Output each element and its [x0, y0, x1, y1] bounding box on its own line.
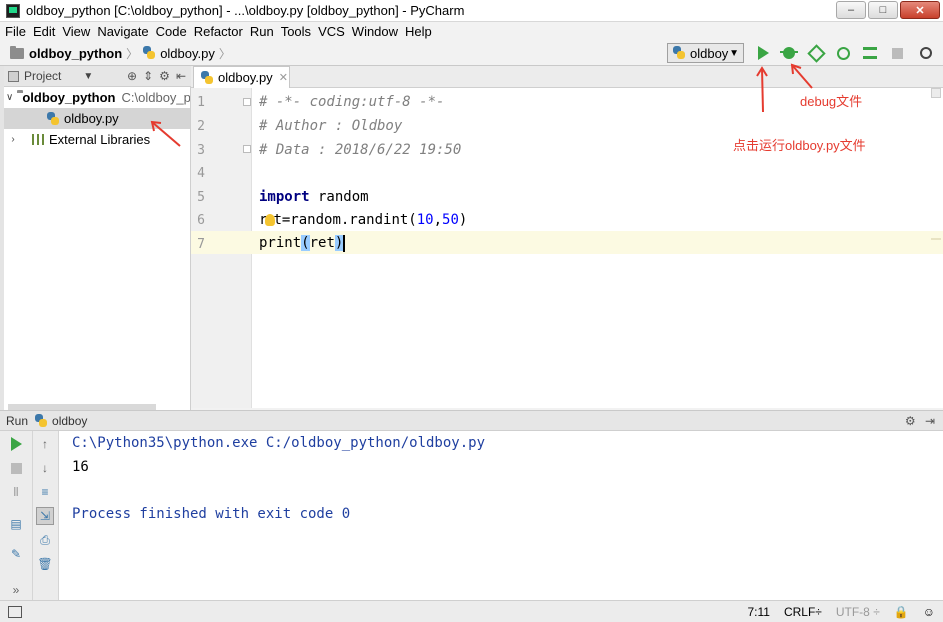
file-encoding[interactable]: UTF-8 ÷ [836, 605, 880, 619]
double-chevron-icon: » [12, 583, 20, 597]
trash-icon: 🗑 [37, 557, 53, 571]
stop-button[interactable] [7, 459, 25, 477]
annotation-debug: debug文件 [800, 94, 863, 109]
line-separator[interactable]: CRLF÷ [784, 605, 822, 619]
pause-icon: ‖ [13, 485, 19, 499]
run-panel-header: Run oldboy ⚙ ⇥ [0, 410, 943, 431]
clear-button[interactable]: 🗑 [36, 555, 54, 573]
wrap-icon: ≡ [41, 485, 49, 499]
console-output: 16 [72, 459, 89, 475]
inspector-icon[interactable]: ☺ [923, 605, 935, 619]
pin-icon: ✎ [10, 547, 22, 561]
status-bar: 7:11 CRLF÷ UTF-8 ÷ 🔒 ☺ [0, 600, 943, 622]
expand-button[interactable]: » [7, 581, 25, 599]
tool-windows-icon[interactable] [8, 605, 22, 618]
run-panel-title: Run [6, 413, 29, 428]
layout-icon: ▤ [10, 517, 22, 531]
print-button[interactable]: ⎙ [36, 531, 54, 549]
down-button[interactable]: ↓ [36, 459, 54, 477]
run-toolbar-secondary: ↑ ↓ ≡ ⇲ ⎙ 🗑 [33, 431, 59, 600]
gear-icon[interactable]: ⚙ [905, 414, 916, 428]
run-panel-tools: ⚙ ⇥ [905, 414, 935, 428]
hide-icon[interactable]: ⇥ [925, 414, 935, 428]
stop-icon [10, 462, 22, 474]
annotation-arrow-debug [791, 64, 813, 89]
run-console[interactable]: C:\Python35\python.exe C:/oldboy_python/… [59, 431, 943, 600]
lock-icon[interactable]: 🔒 [894, 605, 909, 619]
console-exit-message: Process finished with exit code 0 [72, 506, 351, 522]
up-button[interactable]: ↑ [36, 435, 54, 453]
soft-wrap-button[interactable]: ≡ [36, 483, 54, 501]
rerun-button[interactable] [7, 435, 25, 453]
arrow-down-icon: ↓ [42, 461, 48, 475]
annotation-arrow-tree [151, 121, 181, 147]
arrow-up-icon: ↑ [42, 437, 48, 451]
print-icon: ⎙ [40, 532, 50, 547]
caret-position[interactable]: 7:11 [747, 605, 769, 619]
python-file-icon [34, 413, 48, 428]
layout-button[interactable]: ▤ [7, 515, 25, 533]
run-toolbar-primary: ‖ ▤ ✎ » [0, 431, 33, 600]
scroll-end-icon: ⇲ [39, 509, 51, 523]
run-panel-config[interactable]: oldboy [52, 414, 87, 428]
play-icon [10, 437, 22, 451]
annotation-arrow-run [761, 67, 764, 113]
pause-button[interactable]: ‖ [7, 483, 25, 501]
console-command: C:\Python35\python.exe C:/oldboy_python/… [72, 435, 486, 451]
annotation-run: 点击运行oldboy.py文件 [733, 138, 866, 153]
scroll-to-end-button[interactable]: ⇲ [36, 507, 54, 525]
pin-button[interactable]: ✎ [7, 545, 25, 563]
